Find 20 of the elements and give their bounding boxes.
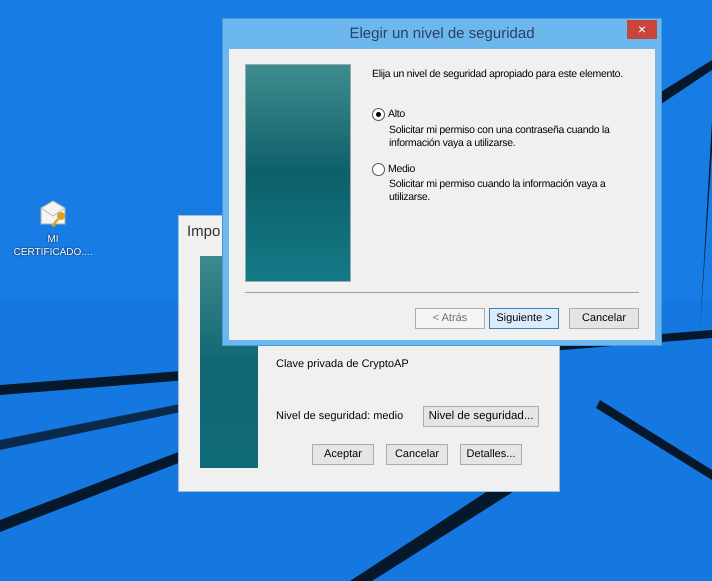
radio-option[interactable]: Alto — [372, 106, 639, 122]
dialog-button[interactable]: Aceptar — [312, 444, 374, 465]
radio-button[interactable] — [372, 162, 385, 176]
window-title: Elegir un nivel de seguridad — [349, 24, 535, 44]
security-level-label: Nivel de seguridad: medio — [276, 409, 404, 424]
close-button[interactable]: × — [627, 20, 657, 39]
dialog-button[interactable]: Detalles... — [460, 444, 522, 465]
icon-label: MI CERTIFICADO.... — [12, 233, 94, 259]
radio-button[interactable] — [372, 108, 385, 122]
radio-option[interactable]: Medio — [372, 162, 639, 178]
option-description: Solicitar mi permiso cuando la información vaya a utilizarse. — [389, 178, 607, 204]
item-name: Clave privada de CryptoAP — [276, 356, 410, 372]
envelope-key-icon[interactable] — [38, 198, 68, 228]
security-level-button[interactable]: Nivel de seguridad... — [423, 406, 539, 427]
intro-text: Elija un nivel de seguridad apropiado para este elemento. — [372, 67, 624, 82]
dialog-button[interactable]: Cancelar — [386, 444, 448, 465]
dialog-button[interactable]: Siguiente > — [489, 308, 559, 329]
dialog-button[interactable]: Cancelar — [569, 308, 639, 329]
option-description: Solicitar mi permiso con una contraseña cuando la información vaya a utilizarse. — [389, 124, 611, 150]
window-title: Impo — [187, 222, 222, 242]
